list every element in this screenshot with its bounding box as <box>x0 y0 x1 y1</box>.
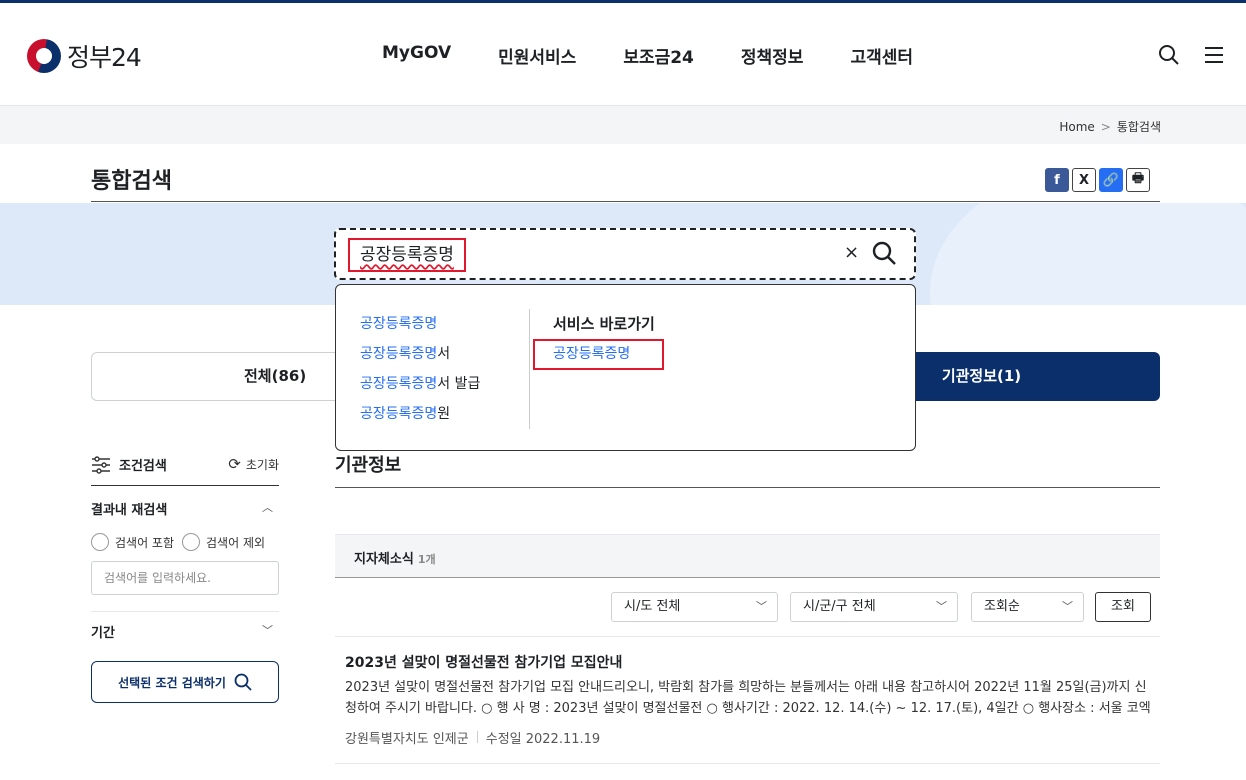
suggestion-item[interactable]: 공장등록증명 <box>360 313 480 343</box>
include-label: 검색어 포함 <box>115 535 175 550</box>
sido-select-value: 시/도 전체 <box>624 599 681 614</box>
clear-icon[interactable]: × <box>844 242 859 263</box>
filter-sliders-icon <box>92 455 110 474</box>
search-icon[interactable] <box>1157 43 1181 67</box>
suggestion-item[interactable]: 공장등록증명서 발급 <box>360 373 480 403</box>
result-org: 강원특별자치도 인제군 <box>345 732 469 747</box>
title-divider <box>91 201 1160 202</box>
site-logo[interactable]: 정부24 <box>27 38 142 74</box>
result-divider <box>335 636 1160 637</box>
result-meta: 강원특별자치도 인제군 수정일 2022.11.19 <box>345 728 600 747</box>
nav-civil-service[interactable]: 민원서비스 <box>498 43 576 68</box>
subtab-label: 지자체소식 <box>354 552 414 567</box>
exclude-label: 검색어 제외 <box>206 535 266 550</box>
subtab-bar: 지자체소식 1개 <box>335 534 1160 578</box>
sigungu-select-value: 시/군/구 전체 <box>803 599 876 614</box>
chevron-down-icon: ﹀ <box>936 600 947 613</box>
main-nav: MyGOV 민원서비스 보조금24 정책정보 고객센터 <box>382 43 960 68</box>
filter-header: 조건검색 ⟳ 초기화 <box>91 452 279 486</box>
suggestion-match: 공장등록증명 <box>360 376 438 392</box>
exclude-radio[interactable]: 검색어 제외 <box>182 533 265 551</box>
result-description: 2023년 설맞이 명절선물전 참가기업 모집 안내드리오니, 박람회 참가를 … <box>345 680 1151 716</box>
breadcrumb-home[interactable]: Home <box>1059 120 1094 134</box>
nav-mygov[interactable]: MyGOV <box>382 43 451 68</box>
result-date: 수정일 2022.11.19 <box>485 732 601 747</box>
research-title: 결과내 재검색 <box>91 503 168 518</box>
suggestion-rest: 서 <box>437 346 451 362</box>
result-divider <box>335 763 1160 764</box>
suggestion-rest: 서 발급 <box>437 376 481 392</box>
chevron-down-icon: ﹀ <box>1062 600 1073 613</box>
search-input[interactable]: 공장등록증명 <box>348 238 466 272</box>
chevron-down-icon: ﹀ <box>262 624 273 637</box>
radio-circle <box>182 533 201 551</box>
result-title[interactable]: 2023년 설맞이 명절선물전 참가기업 모집안내 <box>345 652 622 672</box>
include-radio[interactable]: 검색어 포함 <box>91 533 174 551</box>
breadcrumb-current: 통합검색 <box>1116 120 1161 134</box>
order-select[interactable]: 조회순 ﹀ <box>971 592 1084 622</box>
suggestion-item[interactable]: 공장등록증명원 <box>360 403 480 433</box>
query-button[interactable]: 조회 <box>1095 592 1151 622</box>
suggestion-rest: 원 <box>437 406 451 422</box>
research-mode-radios: 검색어 포함 검색어 제외 <box>91 533 265 551</box>
meta-separator <box>476 731 478 743</box>
search-input-text: 공장등록증명 <box>360 245 454 265</box>
menu-icon[interactable] <box>1202 43 1226 67</box>
radio-circle <box>91 533 109 551</box>
filter-divider <box>91 611 279 612</box>
refresh-icon: ⟳ <box>228 455 241 473</box>
nav-subsidy[interactable]: 보조금24 <box>623 43 694 68</box>
autocomplete-dropdown: 공장등록증명 공장등록증명서 공장등록증명서 발급 공장등록증명원 서비스 바로… <box>335 284 916 451</box>
site-header: 정부24 MyGOV 민원서비스 보조금24 정책정보 고객센터 <box>0 3 1246 106</box>
taegeuk-logo-icon <box>27 39 61 73</box>
reset-button[interactable]: ⟳ 초기화 <box>228 455 279 473</box>
service-shortcut-link[interactable]: 공장등록증명 <box>533 339 664 370</box>
nav-customer-center[interactable]: 고객센터 <box>850 43 913 68</box>
apply-filter-label: 선택된 조건 검색하기 <box>118 675 226 690</box>
suggestion-item[interactable]: 공장등록증명서 <box>360 343 480 373</box>
chevron-up-icon: ︿ <box>262 501 273 514</box>
section-divider <box>335 487 1160 488</box>
period-section-toggle[interactable]: 기간 ﹀ <box>91 622 279 641</box>
breadcrumb-bar: Home > 통합검색 <box>0 106 1246 144</box>
sigungu-select[interactable]: 시/군/구 전체 ﹀ <box>790 592 958 622</box>
reset-label: 초기화 <box>245 457 279 472</box>
suggestion-match: 공장등록증명 <box>360 346 438 362</box>
service-shortcut-title: 서비스 바로가기 <box>553 315 655 333</box>
breadcrumb-separator-icon: > <box>1100 119 1111 134</box>
link-copy-icon[interactable]: 🔗 <box>1099 168 1123 192</box>
facebook-icon[interactable]: f <box>1045 168 1069 192</box>
sido-select[interactable]: 시/도 전체 ﹀ <box>611 592 778 622</box>
breadcrumb: Home > 통합검색 <box>1059 118 1161 135</box>
chevron-down-icon: ﹀ <box>756 600 767 613</box>
x-twitter-icon[interactable]: X <box>1072 168 1096 192</box>
period-title: 기간 <box>91 626 115 641</box>
search-box[interactable]: 공장등록증명 × <box>334 228 916 280</box>
search-icon <box>234 673 252 691</box>
suggestion-divider <box>529 309 530 429</box>
suggestion-match: 공장등록증명 <box>360 316 438 332</box>
suggestion-match: 공장등록증명 <box>360 406 438 422</box>
search-submit-icon[interactable] <box>871 240 897 266</box>
share-toolbar: f X 🔗 🖶 <box>1045 168 1150 192</box>
filter-title: 조건검색 <box>91 455 167 474</box>
order-select-value: 조회순 <box>984 599 1020 614</box>
filter-title-text: 조건검색 <box>119 459 167 474</box>
research-keyword-input[interactable]: 검색어를 입력하세요. <box>91 561 279 595</box>
logo-text: 정부24 <box>67 43 142 72</box>
research-section-toggle[interactable]: 결과내 재검색 ︿ <box>91 499 279 518</box>
suggestion-list: 공장등록증명 공장등록증명서 공장등록증명서 발급 공장등록증명원 <box>360 313 480 433</box>
apply-filter-button[interactable]: 선택된 조건 검색하기 <box>91 661 279 703</box>
page-title: 통합검색 <box>91 169 172 194</box>
subtab-local-news[interactable]: 지자체소식 1개 <box>354 548 436 567</box>
print-icon[interactable]: 🖶 <box>1126 168 1150 192</box>
nav-policy[interactable]: 정책정보 <box>741 43 804 68</box>
section-title: 기관정보 <box>335 455 402 476</box>
subtab-count: 1개 <box>417 553 436 566</box>
